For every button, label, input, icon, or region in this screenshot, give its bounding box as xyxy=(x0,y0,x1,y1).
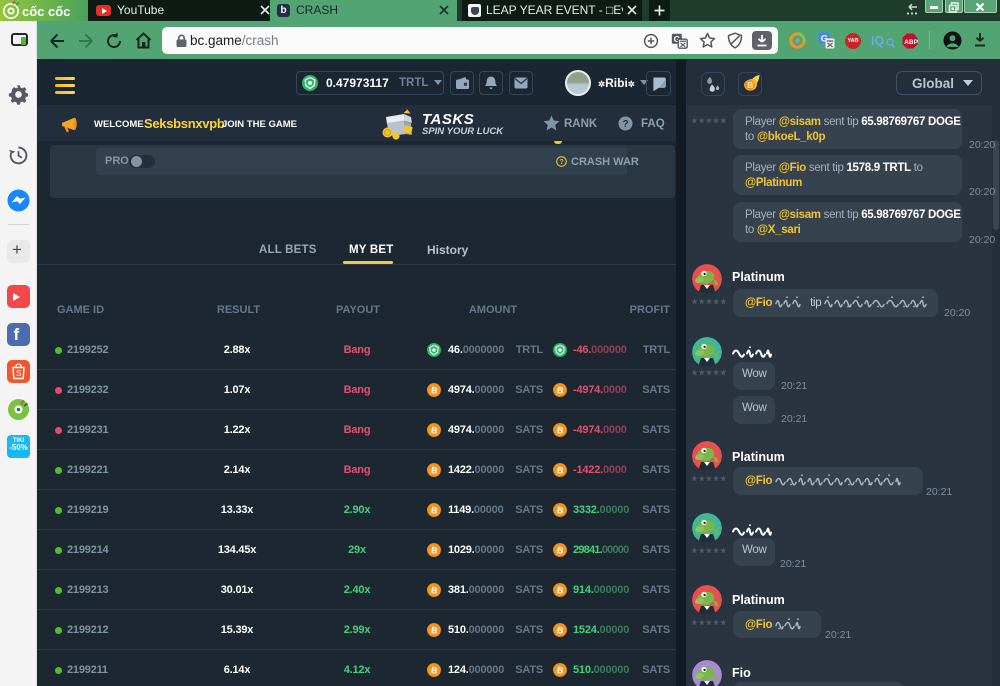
svg-text:B: B xyxy=(747,80,753,90)
svg-text:?: ? xyxy=(560,157,564,166)
svg-text:ABP: ABP xyxy=(904,39,918,46)
svg-text:?: ? xyxy=(623,119,629,130)
svg-text:cốc cốc: cốc cốc xyxy=(22,4,70,19)
svg-text:S: S xyxy=(16,369,21,378)
